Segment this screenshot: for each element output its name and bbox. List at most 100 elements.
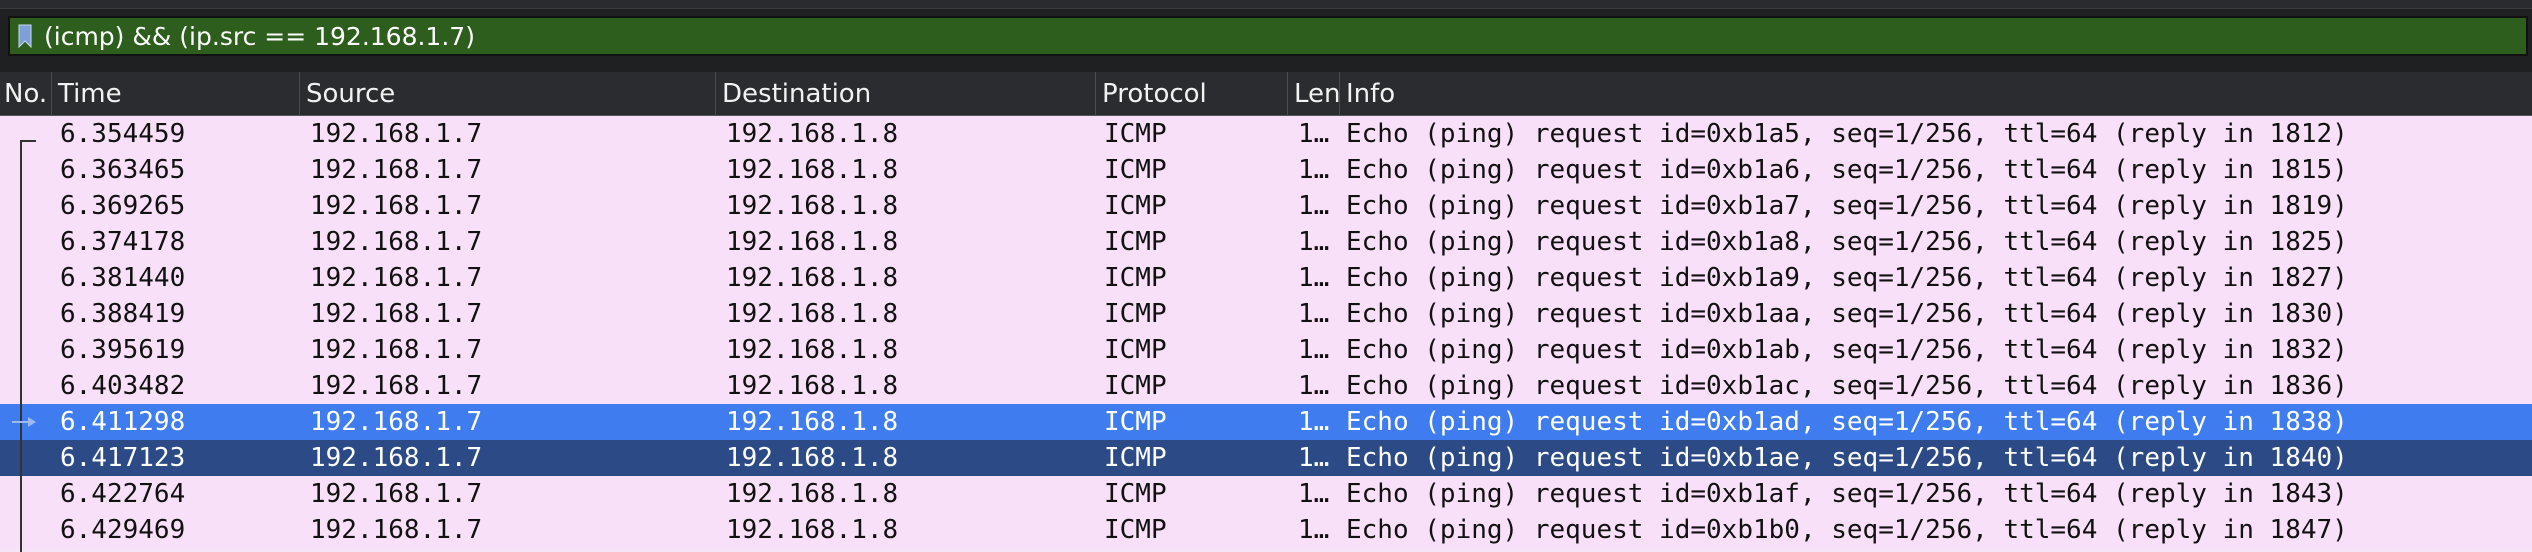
packet-info: Echo (ping) request id=0xb1ad, seq=1/256… (1346, 407, 2348, 437)
column-header-destination[interactable]: Destination (716, 72, 1096, 116)
column-header-info[interactable]: Info (1340, 72, 2532, 116)
packet-time: 6.381440 (60, 263, 186, 293)
packet-info: Echo (ping) request id=0xb1a8, seq=1/256… (1346, 227, 2348, 257)
packet-protocol: ICMP (1104, 407, 1167, 437)
packet-length: 1… (1298, 479, 1330, 509)
column-header-length[interactable]: Len (1288, 72, 1340, 116)
packet-source: 192.168.1.7 (310, 119, 483, 149)
packet-length: 1… (1298, 155, 1330, 185)
bookmark-icon[interactable] (10, 18, 40, 54)
column-header-time-label: Time (58, 79, 122, 109)
packet-info: Echo (ping) request id=0xb1b0, seq=1/256… (1346, 515, 2348, 545)
packet-row[interactable]: 6.388419 192.168.1.7 192.168.1.8 ICMP 1… Echo… (0, 296, 2532, 332)
packet-info: Echo (ping) request id=0xb1aa, seq=1/256… (1346, 299, 2348, 329)
packet-destination: 192.168.1.8 (726, 155, 899, 185)
packet-protocol: ICMP (1104, 335, 1167, 365)
packet-destination: 192.168.1.8 (726, 191, 899, 221)
packet-length: 1… (1298, 299, 1330, 329)
packet-destination: 192.168.1.8 (726, 479, 899, 509)
window-top-strip (0, 0, 2532, 9)
packet-length: 1… (1298, 263, 1330, 293)
column-header-time[interactable]: Time (52, 72, 300, 116)
packet-info: Echo (ping) request id=0xb1ae, seq=1/256… (1346, 443, 2348, 473)
packet-source: 192.168.1.7 (310, 371, 483, 401)
packet-info: Echo (ping) request id=0xb1a6, seq=1/256… (1346, 155, 2348, 185)
packet-length: 1… (1298, 371, 1330, 401)
related-packets-start-icon (20, 140, 36, 142)
current-packet-arrow-icon (12, 417, 36, 427)
packet-time: 6.369265 (60, 191, 186, 221)
packet-time: 6.411298 (60, 407, 186, 437)
packet-length: 1… (1298, 227, 1330, 257)
column-header-source[interactable]: Source (300, 72, 716, 116)
packet-time: 6.388419 (60, 299, 186, 329)
packet-destination: 192.168.1.8 (726, 443, 899, 473)
related-packets-line (20, 140, 22, 552)
packet-info: Echo (ping) request id=0xb1a5, seq=1/256… (1346, 119, 2348, 149)
packet-list-header: No. Time Source Destination Protocol Len… (0, 72, 2532, 116)
packet-source: 192.168.1.7 (310, 443, 483, 473)
packet-source: 192.168.1.7 (310, 407, 483, 437)
display-filter-bar (8, 16, 2528, 56)
packet-info: Echo (ping) request id=0xb1af, seq=1/256… (1346, 479, 2348, 509)
packet-time: 6.374178 (60, 227, 186, 257)
packet-source: 192.168.1.7 (310, 263, 483, 293)
packet-time: 6.422764 (60, 479, 186, 509)
packet-source: 192.168.1.7 (310, 479, 483, 509)
packet-source: 192.168.1.7 (310, 299, 483, 329)
packet-info: Echo (ping) request id=0xb1a9, seq=1/256… (1346, 263, 2348, 293)
packet-row[interactable]: 6.429469 192.168.1.7 192.168.1.8 ICMP 1… Echo… (0, 512, 2532, 548)
packet-length: 1… (1298, 335, 1330, 365)
packet-list: 6.354459 192.168.1.7 192.168.1.8 ICMP 1… Echo… (0, 116, 2532, 552)
packet-row[interactable]: 6.403482 192.168.1.7 192.168.1.8 ICMP 1… Echo… (0, 368, 2532, 404)
packet-destination: 192.168.1.8 (726, 227, 899, 257)
packet-info: Echo (ping) request id=0xb1ac, seq=1/256… (1346, 371, 2348, 401)
packet-row[interactable]: 6.381440 192.168.1.7 192.168.1.8 ICMP 1… Echo… (0, 260, 2532, 296)
packet-protocol: ICMP (1104, 263, 1167, 293)
packet-source: 192.168.1.7 (310, 155, 483, 185)
packet-protocol: ICMP (1104, 155, 1167, 185)
packet-time: 6.403482 (60, 371, 186, 401)
packet-protocol: ICMP (1104, 119, 1167, 149)
packet-row[interactable]: 6.369265 192.168.1.7 192.168.1.8 ICMP 1… Echo… (0, 188, 2532, 224)
packet-time: 6.417123 (60, 443, 186, 473)
packet-length: 1… (1298, 407, 1330, 437)
packet-info: Echo (ping) request id=0xb1ab, seq=1/256… (1346, 335, 2348, 365)
packet-source: 192.168.1.7 (310, 227, 483, 257)
packet-row[interactable]: 6.395619 192.168.1.7 192.168.1.8 ICMP 1… Echo… (0, 332, 2532, 368)
packet-row[interactable]: 6.354459 192.168.1.7 192.168.1.8 ICMP 1… Echo… (0, 116, 2532, 152)
column-header-no[interactable]: No. (0, 72, 52, 116)
packet-length: 1… (1298, 443, 1330, 473)
packet-length: 1… (1298, 515, 1330, 545)
packet-row[interactable]: 6.422764 192.168.1.7 192.168.1.8 ICMP 1… Echo… (0, 476, 2532, 512)
packet-time: 6.395619 (60, 335, 186, 365)
packet-info: Echo (ping) request id=0xb1a7, seq=1/256… (1346, 191, 2348, 221)
packet-destination: 192.168.1.8 (726, 299, 899, 329)
packet-time: 6.363465 (60, 155, 186, 185)
packet-protocol: ICMP (1104, 515, 1167, 545)
packet-row[interactable]: 6.411298 192.168.1.7 192.168.1.8 ICMP 1… Echo… (0, 404, 2532, 440)
packet-time: 6.354459 (60, 119, 186, 149)
packet-length: 1… (1298, 119, 1330, 149)
packet-destination: 192.168.1.8 (726, 335, 899, 365)
packet-source: 192.168.1.7 (310, 191, 483, 221)
packet-protocol: ICMP (1104, 191, 1167, 221)
packet-destination: 192.168.1.8 (726, 119, 899, 149)
packet-protocol: ICMP (1104, 371, 1167, 401)
packet-destination: 192.168.1.8 (726, 371, 899, 401)
packet-destination: 192.168.1.8 (726, 515, 899, 545)
packet-time: 6.429469 (60, 515, 186, 545)
display-filter-input[interactable] (40, 18, 2526, 54)
packet-row[interactable]: 6.374178 192.168.1.7 192.168.1.8 ICMP 1… Echo… (0, 224, 2532, 260)
column-header-protocol[interactable]: Protocol (1096, 72, 1288, 116)
packet-protocol: ICMP (1104, 479, 1167, 509)
packet-row[interactable]: 6.363465 192.168.1.7 192.168.1.8 ICMP 1… Echo… (0, 152, 2532, 188)
packet-source: 192.168.1.7 (310, 515, 483, 545)
packet-destination: 192.168.1.8 (726, 407, 899, 437)
packet-protocol: ICMP (1104, 227, 1167, 257)
packet-row[interactable]: 6.417123 192.168.1.7 192.168.1.8 ICMP 1… Echo… (0, 440, 2532, 476)
packet-protocol: ICMP (1104, 443, 1167, 473)
packet-length: 1… (1298, 191, 1330, 221)
packet-protocol: ICMP (1104, 299, 1167, 329)
packet-destination: 192.168.1.8 (726, 263, 899, 293)
